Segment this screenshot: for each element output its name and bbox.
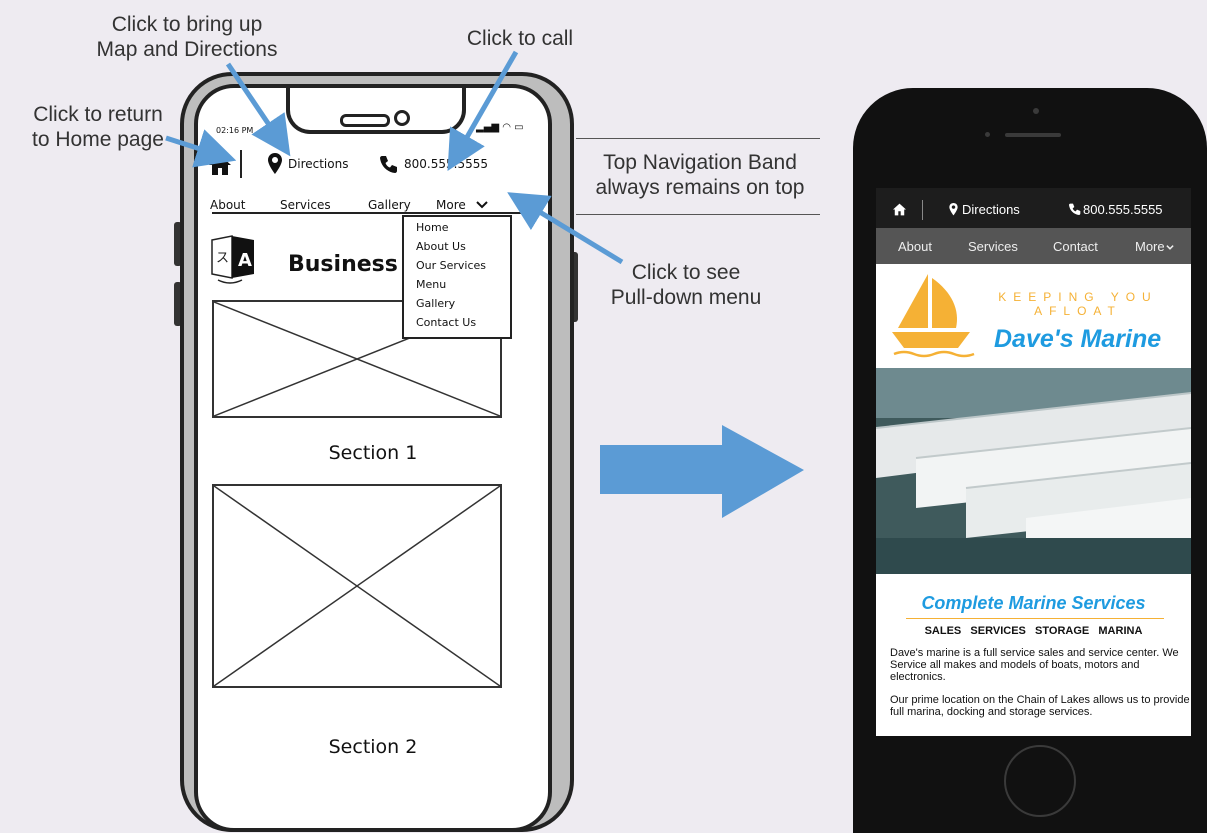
nav-more[interactable]: More <box>1135 239 1165 254</box>
phone-number[interactable]: 800.555.5555 <box>1083 202 1163 217</box>
heading-underline <box>906 618 1164 619</box>
sensor-dot <box>985 132 990 137</box>
live-site-screen: Directions 800.555.5555 About Services C… <box>876 188 1191 736</box>
arrow-to-phone <box>447 50 519 172</box>
site-nav: About Services Contact More <box>876 228 1191 264</box>
services-list: SALES SERVICES STORAGE MARINA <box>924 625 1143 637</box>
speaker-slot <box>1005 133 1061 137</box>
location-paragraph: Our prime location on the Chain of Lakes… <box>890 694 1190 718</box>
intro-paragraph: Dave's marine is a full service sales an… <box>890 647 1179 683</box>
phone-icon[interactable] <box>1069 203 1081 215</box>
directions-link[interactable]: Directions <box>962 202 1020 217</box>
brand-name: Dave's Marine <box>994 325 1162 353</box>
arrow-to-more <box>507 192 624 265</box>
home-icon[interactable] <box>892 203 907 216</box>
live-site-phone: Directions 800.555.5555 About Services C… <box>853 88 1207 833</box>
nav-services[interactable]: Services <box>968 239 1018 254</box>
arrow-to-home <box>165 129 237 168</box>
nav-about[interactable]: About <box>898 239 932 254</box>
sailboat-logo <box>892 274 975 358</box>
chevron-down-icon[interactable] <box>1166 245 1174 250</box>
services-heading: Complete Marine Services <box>921 593 1146 613</box>
separator <box>922 200 923 220</box>
home-button[interactable] <box>1004 745 1076 817</box>
arrow-to-directions <box>225 62 291 157</box>
big-arrow-right <box>600 425 804 518</box>
map-pin-icon[interactable] <box>949 203 958 216</box>
camera-dot <box>1033 108 1039 114</box>
marina-photo <box>876 368 1191 574</box>
tagline: KEEPING YOU AFLOAT <box>998 290 1158 318</box>
nav-contact[interactable]: Contact <box>1053 239 1098 254</box>
top-nav-band: Directions 800.555.5555 <box>876 188 1191 232</box>
